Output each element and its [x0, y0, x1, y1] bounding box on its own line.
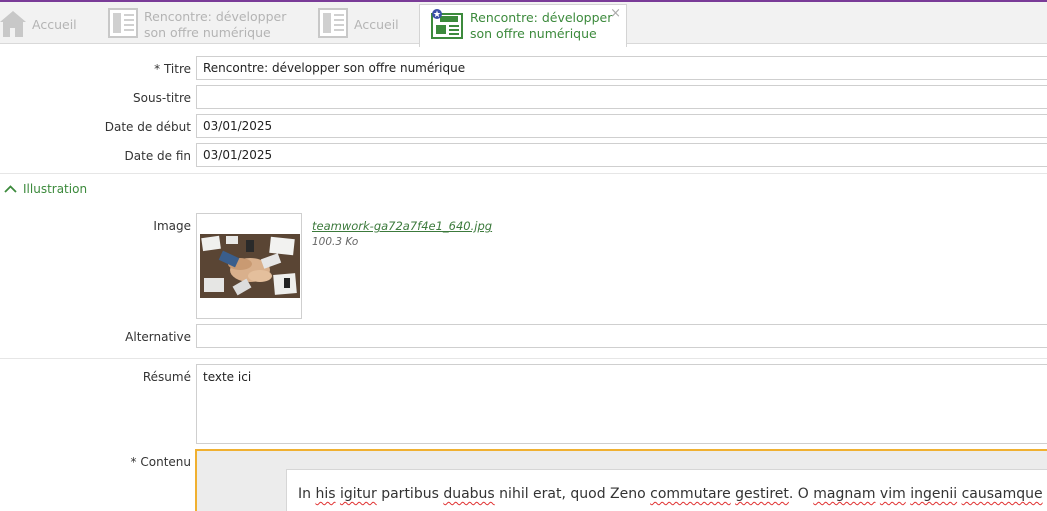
tab-label: Accueil — [354, 16, 399, 32]
tab-label-line1: Rencontre: développer — [470, 10, 613, 25]
alternative-input[interactable] — [196, 324, 1047, 348]
text: igitur — [339, 486, 377, 502]
close-tab-icon[interactable]: × — [610, 7, 621, 21]
editor-content[interactable]: In his igitur partibus duabus nihil erat… — [286, 469, 1047, 511]
text: i — [1043, 486, 1047, 502]
page-icon — [108, 7, 138, 42]
text: vim — [879, 486, 906, 502]
text: commutare — [650, 486, 731, 502]
text: ingenii — [910, 486, 958, 502]
alternative-label: Alternative — [125, 330, 191, 344]
image-label: Image — [153, 219, 191, 233]
date-fin-label: Date de fin — [124, 149, 191, 163]
text: magnam — [813, 486, 876, 502]
illustration-toggle[interactable]: Illustration — [4, 182, 87, 196]
resume-textarea[interactable]: texte ici — [196, 364, 1047, 444]
sous-titre-label: Sous-titre — [133, 91, 191, 105]
contenu-label: * Contenu — [130, 455, 191, 469]
text: causamque — [961, 486, 1043, 502]
sous-titre-input[interactable] — [196, 85, 1047, 109]
text: In — [298, 486, 316, 502]
image-file-link[interactable]: teamwork-ga72a7f4e1_640.jpg — [312, 219, 492, 233]
image-file-size: 100.3 Ko — [312, 236, 359, 248]
titre-label: * Titre — [154, 62, 191, 76]
teamwork-photo — [200, 234, 300, 298]
titre-input[interactable]: Rencontre: développer son offre numériqu… — [196, 56, 1047, 80]
divider — [0, 358, 1047, 359]
illustration-label: Illustration — [23, 182, 88, 196]
news-icon — [430, 8, 464, 44]
date-debut-label: Date de début — [104, 120, 191, 134]
tab-label-line2: son offre numérique — [470, 26, 597, 41]
tab-accueil-1[interactable]: Accueil — [0, 4, 77, 45]
text: his — [315, 486, 336, 502]
resume-label: Résumé — [142, 370, 191, 384]
tab-accueil-2[interactable]: Accueil — [318, 4, 399, 45]
tab-label: Accueil — [32, 16, 77, 32]
text: . O — [788, 486, 814, 502]
text: partibus — [376, 486, 444, 502]
chevron-up-icon — [4, 185, 17, 193]
text: duabus — [443, 486, 495, 502]
tab-bar: Accueil Rencontre: développer son offre … — [0, 0, 1047, 47]
contenu-editor[interactable]: In his igitur partibus duabus nihil erat… — [195, 449, 1047, 511]
home-icon — [0, 8, 26, 42]
tab-rencontre-1[interactable]: Rencontre: développer son offre numériqu… — [108, 4, 286, 45]
date-debut-input[interactable]: 03/01/2025 — [196, 114, 1047, 138]
tab-label-line2: son offre numérique — [144, 24, 271, 40]
divider — [0, 173, 1047, 174]
tab-label-line1: Rencontre: développer — [144, 8, 287, 24]
image-thumbnail[interactable] — [196, 213, 302, 319]
text: nihil erat, quod Zeno — [494, 486, 651, 502]
date-fin-input[interactable]: 03/01/2025 — [196, 143, 1047, 167]
page-icon — [318, 7, 348, 42]
tab-rencontre-active[interactable]: Rencontre: développer son offre numériqu… — [419, 4, 627, 47]
text: gestiret — [735, 486, 789, 502]
